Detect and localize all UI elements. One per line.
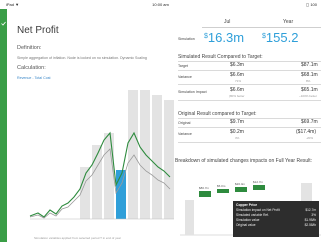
selected-period-bar[interactable] [116, 170, 126, 219]
original-variance-jul: $0.2m [230, 129, 244, 135]
forecast-bar[interactable] [164, 100, 174, 219]
original-year: $69.7m [301, 119, 318, 125]
breakdown-bar-label: $80.7m [199, 186, 210, 190]
variance-year-percent: 8% [306, 79, 311, 83]
section-divider [178, 61, 321, 62]
definition-label: Definition: [17, 45, 42, 51]
status-bar: iPad ▼ 10:00 am ◻ 100 [0, 0, 321, 9]
chart-footnote: Simulation variables applied from select… [34, 236, 121, 240]
forecast-bar[interactable] [152, 95, 162, 219]
original-variance-year: ($17.4m) [296, 129, 317, 135]
simulation-label: Simulation [178, 37, 195, 41]
original-jul: $9.7m [230, 119, 244, 125]
section-title-target: Simulated Result Compared to Target: [178, 54, 263, 60]
breakdown-bar-selected[interactable] [253, 185, 265, 190]
impact-year-note: ~100% better [299, 94, 317, 98]
original-variance-year-percent: -20% [306, 136, 314, 140]
row-divider [178, 142, 321, 143]
breakdown-title: Breakdown of simulated changes impacts o… [175, 158, 313, 164]
row-label-original: Original [178, 121, 191, 125]
row-label-variance: Variance [178, 75, 192, 79]
simulation-year-amount: 155.2 [265, 30, 299, 45]
breakdown-bar[interactable] [199, 191, 211, 197]
page-title: Net Profit [17, 25, 59, 36]
sidebar-strip[interactable] [0, 9, 7, 242]
simulation-jul-amount: 16.3m [207, 30, 245, 45]
history-bar[interactable] [104, 133, 114, 219]
definition-text: Simple aggregation of inflation. Node is… [17, 56, 147, 60]
forecast-bar[interactable] [128, 90, 138, 219]
column-header-year: Year [283, 19, 294, 25]
clock: 10:00 am [152, 2, 169, 7]
section-title-original: Original Result compared to Target: [178, 111, 257, 117]
section-divider [178, 118, 321, 119]
row-label-variance-original: Variance [178, 132, 192, 136]
impact-jul: $6.6m [230, 87, 244, 93]
variance-jul-percent: 71% [235, 79, 242, 83]
row-label-target: Target [178, 64, 188, 68]
tooltip-key: Original value [236, 223, 256, 227]
currency-symbol: $ [262, 33, 266, 40]
breakdown-bar[interactable] [217, 189, 229, 193]
breakdown-bar-label: $12.7m [253, 180, 264, 184]
row-divider [178, 84, 321, 85]
currency-symbol: $ [204, 33, 208, 40]
check-icon [1, 21, 6, 26]
target-year: $87.1m [301, 62, 318, 68]
row-divider [178, 70, 321, 71]
net-profit-trend-chart[interactable] [16, 85, 174, 235]
variance-jul: $6.6m [230, 72, 244, 78]
simulation-value-year: $155.2 [262, 30, 298, 45]
calculation-link[interactable]: Revenue - Total Cost [17, 76, 51, 80]
simulation-value-jul: $16.3m [204, 30, 244, 45]
breakdown-tooltip: Copper Price Simulation impact on Net Pr… [233, 201, 319, 237]
tooltip-value: $2.58/lb [304, 223, 316, 227]
tooltip-title: Copper Price [236, 203, 258, 207]
row-divider [178, 100, 321, 101]
breakdown-bar-label: $5.0m [217, 184, 226, 188]
row-divider [178, 127, 321, 128]
battery-indicator: ◻ 100 [305, 2, 317, 7]
row-label-simulation-impact: Simulation Impact [178, 90, 207, 94]
header-divider [202, 27, 321, 28]
variance-year: $68.1m [301, 72, 318, 78]
tooltip-row: Original value $2.58/lb [236, 223, 316, 228]
impact-year: $65.1m [301, 87, 318, 93]
calculation-label: Calculation: [17, 65, 46, 71]
impact-jul-note: (80% better [229, 94, 245, 98]
column-header-jul: Jul [224, 19, 231, 25]
original-variance-jul-percent: 3% [235, 136, 240, 140]
target-jul: $6.3m [230, 62, 244, 68]
breakdown-bar-label: $20.4m [235, 182, 246, 186]
breakdown-bar-base[interactable] [185, 200, 194, 235]
breakdown-bar[interactable] [235, 187, 247, 192]
